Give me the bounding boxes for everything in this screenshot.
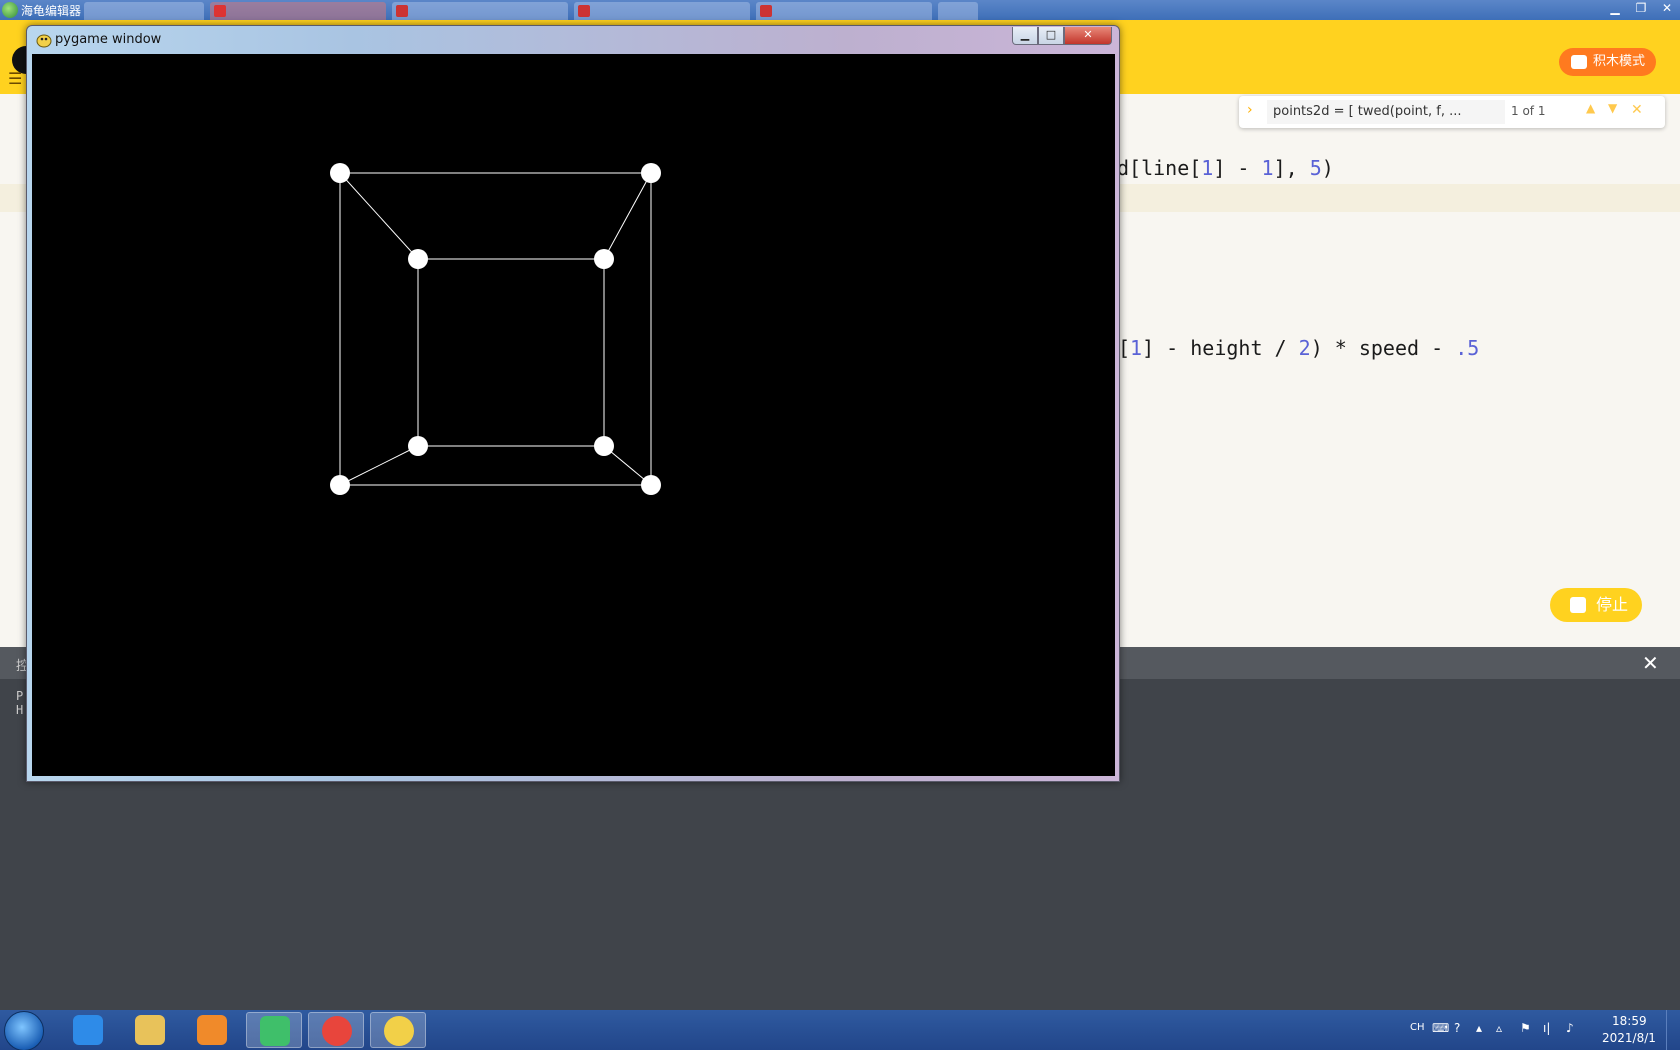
minimize-button[interactable]: ▁ bbox=[1602, 0, 1628, 18]
browser-tab[interactable] bbox=[84, 2, 204, 20]
restore-button[interactable]: ❐ bbox=[1628, 0, 1654, 18]
cube-vertex bbox=[330, 475, 350, 495]
menu-icon[interactable]: ☰ bbox=[8, 69, 22, 88]
browser-tab[interactable] bbox=[392, 2, 568, 20]
folder-icon bbox=[135, 1015, 165, 1045]
internet-explorer-icon bbox=[73, 1015, 103, 1045]
stop-icon bbox=[1570, 597, 1586, 613]
pygame-snake-icon bbox=[36, 34, 52, 48]
help-icon[interactable]: ? bbox=[1454, 1021, 1460, 1035]
block-mode-button[interactable]: 积木模式 bbox=[1559, 48, 1656, 76]
clock-date[interactable]: 2021/8/1 bbox=[1602, 1031, 1656, 1045]
cube-vertex bbox=[641, 475, 661, 495]
taskbar-turtle-editor[interactable] bbox=[246, 1012, 302, 1048]
keyboard-icon[interactable]: ⌨ bbox=[1432, 1021, 1449, 1035]
turtle-editor-icon bbox=[260, 1016, 290, 1046]
taskbar-pygame[interactable] bbox=[370, 1012, 426, 1048]
stop-label: 停止 bbox=[1596, 595, 1629, 614]
browser-tab[interactable] bbox=[756, 2, 932, 20]
chrome-icon bbox=[322, 1016, 352, 1046]
find-match-count: 1 of 1 bbox=[1511, 104, 1546, 118]
tray-expand-icon[interactable]: ▵ bbox=[1496, 1021, 1502, 1035]
pygame-window[interactable]: pygame window ▁ □ ✕ bbox=[26, 25, 1120, 782]
find-widget: › points2d = [ twed(point, f, ... 1 of 1… bbox=[1239, 96, 1665, 128]
stop-button[interactable]: 停止 bbox=[1550, 588, 1642, 622]
close-find-icon[interactable]: ✕ bbox=[1631, 102, 1643, 118]
taskbar-chrome[interactable] bbox=[308, 1012, 364, 1048]
cube-vertex bbox=[594, 436, 614, 456]
window-title: 海龟编辑器 bbox=[21, 4, 82, 18]
start-button[interactable] bbox=[4, 1011, 44, 1050]
wireframe-cube bbox=[330, 163, 661, 495]
block-mode-label: 积木模式 bbox=[1593, 54, 1646, 69]
notification-icon[interactable]: ▴ bbox=[1476, 1021, 1482, 1035]
tab-favicon-icon bbox=[396, 5, 408, 17]
taskbar-internet-explorer[interactable] bbox=[60, 1012, 116, 1048]
code-line: d[line[1] - 1], 5) bbox=[1117, 156, 1334, 180]
pygame-canvas[interactable] bbox=[32, 54, 1115, 776]
volume-muted-icon[interactable]: ♪ bbox=[1566, 1021, 1574, 1035]
next-match-icon[interactable]: ▼ bbox=[1608, 101, 1617, 115]
taskbar-file-explorer[interactable] bbox=[122, 1012, 178, 1048]
find-input[interactable]: points2d = [ twed(point, f, ... bbox=[1267, 100, 1505, 124]
minimize-button[interactable]: ▁ bbox=[1012, 27, 1038, 45]
maximize-button[interactable]: □ bbox=[1038, 27, 1064, 45]
code-line: [1] - height / 2) * speed - .5 bbox=[1118, 336, 1480, 360]
cube-vertex bbox=[594, 249, 614, 269]
clock-time[interactable]: 18:59 bbox=[1612, 1014, 1647, 1028]
console-close-icon[interactable]: ✕ bbox=[1642, 651, 1659, 675]
new-tab-button[interactable] bbox=[938, 2, 978, 20]
pygame-icon bbox=[384, 1016, 414, 1046]
close-button[interactable]: ✕ bbox=[1064, 27, 1112, 45]
block-icon bbox=[1571, 55, 1587, 69]
action-center-icon[interactable]: ⚑ bbox=[1520, 1021, 1531, 1035]
browser-tab[interactable] bbox=[574, 2, 750, 20]
previous-match-icon[interactable]: ▲ bbox=[1586, 101, 1595, 115]
window-controls: ▁ ❐ ✕ bbox=[1602, 0, 1680, 20]
console-line: H bbox=[16, 703, 24, 717]
network-icon[interactable]: ı| bbox=[1543, 1021, 1550, 1035]
cube-vertex bbox=[408, 249, 428, 269]
taskbar-media-player[interactable] bbox=[184, 1012, 240, 1048]
tab-favicon-icon bbox=[578, 5, 590, 17]
input-language-indicator[interactable]: CH bbox=[1410, 1022, 1425, 1033]
tab-favicon-icon bbox=[214, 5, 226, 17]
cube-connector-edge bbox=[339, 172, 419, 260]
cube-vertex bbox=[408, 436, 428, 456]
chevron-right-icon[interactable]: › bbox=[1247, 102, 1253, 118]
show-desktop-button[interactable] bbox=[1666, 1010, 1680, 1050]
cube-vertex bbox=[641, 163, 661, 183]
tab-favicon-icon bbox=[760, 5, 772, 17]
taskbar: CH ⌨ ? ▴ ▵ ⚑ ı| ♪ 18:59 2021/8/1 bbox=[0, 1010, 1680, 1050]
browser-tab[interactable] bbox=[210, 2, 386, 20]
browser-titlebar: 海龟编辑器 ▁ ❐ ✕ bbox=[0, 0, 1680, 20]
media-player-icon bbox=[197, 1015, 227, 1045]
pygame-window-title: pygame window bbox=[55, 32, 162, 47]
console-line: P bbox=[16, 689, 24, 703]
cube-vertex bbox=[330, 163, 350, 183]
cube-connector-edge bbox=[603, 172, 652, 260]
app-icon bbox=[2, 2, 18, 18]
close-button[interactable]: ✕ bbox=[1654, 0, 1680, 18]
cube-connector-edge bbox=[339, 445, 419, 486]
